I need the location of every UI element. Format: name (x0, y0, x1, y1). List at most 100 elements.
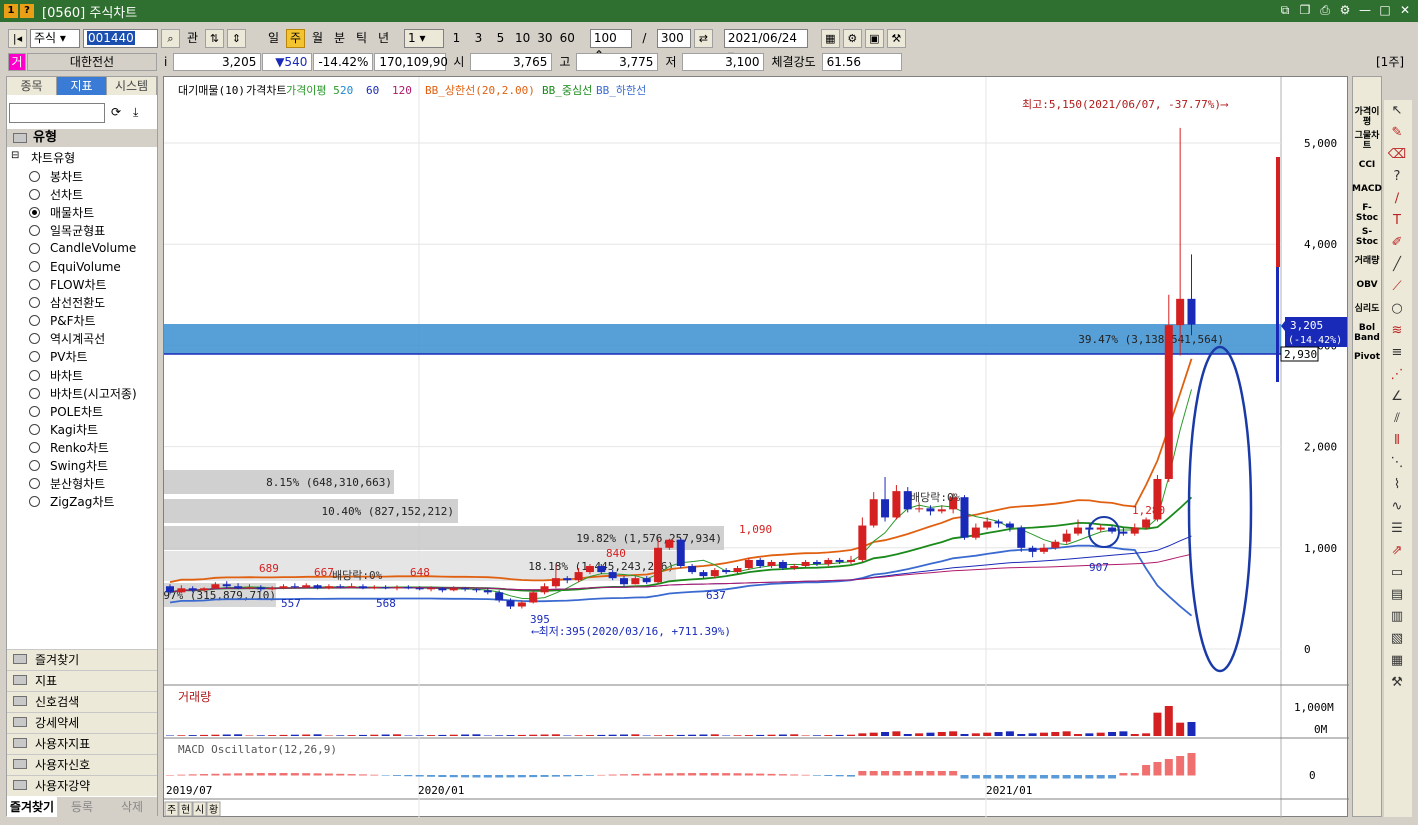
text-icon[interactable]: T (1384, 210, 1410, 232)
hline-icon[interactable]: ☰ (1384, 518, 1410, 540)
cycle-icon[interactable]: ⦀ (1384, 430, 1410, 452)
tools-icon[interactable]: ⚒ (886, 28, 906, 48)
settings-icon[interactable]: ⚙ (1338, 3, 1352, 17)
indicator-shortcut[interactable]: S-Stoc (1353, 225, 1381, 249)
chart-type-item[interactable]: 바차트(시고저종) (29, 384, 137, 402)
pen-icon[interactable]: ✎ (1384, 122, 1410, 144)
quick-30[interactable]: 30 (535, 29, 554, 48)
chart-type-item[interactable]: Kagi차트 (29, 420, 137, 438)
indicator-shortcut[interactable]: Bol Band (1353, 321, 1381, 345)
print-icon[interactable]: ⎙ (1318, 3, 1332, 17)
period-minute[interactable]: 분 (330, 29, 349, 48)
grid-icon[interactable]: ▦ (820, 28, 840, 48)
radio-icon[interactable] (29, 351, 40, 363)
date-input[interactable]: 2021/06/24 ▾ (723, 28, 808, 62)
quick-60[interactable]: 60 (558, 29, 577, 48)
close-icon[interactable]: ✕ (1398, 3, 1412, 17)
radio-icon[interactable] (29, 224, 40, 236)
help-icon[interactable]: ? (20, 4, 34, 18)
indicator-shortcut[interactable]: OBV (1353, 273, 1381, 297)
indicator-search-input[interactable] (9, 103, 105, 123)
chart-type-item[interactable]: P&F차트 (29, 312, 137, 330)
fibo-icon[interactable]: ≋ (1384, 320, 1410, 342)
period-week[interactable]: 주 (286, 28, 305, 48)
wave-icon[interactable]: ∿ (1384, 496, 1410, 518)
register-button[interactable]: 등록 (57, 797, 107, 817)
tab-system[interactable]: 시스템 (107, 77, 157, 95)
period-year[interactable]: 년 (374, 29, 393, 48)
indicator-shortcut[interactable]: 거래량 (1353, 249, 1381, 273)
favorites-button[interactable]: 즐겨찾기 (7, 797, 57, 817)
circle-icon[interactable]: ○ (1384, 298, 1410, 320)
radio-icon[interactable] (29, 279, 40, 291)
radio-icon[interactable] (29, 242, 40, 254)
period-day[interactable]: 일 (264, 29, 283, 48)
interval-select[interactable]: 1 ▾ (404, 28, 444, 48)
radio-icon[interactable] (29, 460, 40, 472)
auto-icon[interactable]: ⇗ (1384, 540, 1410, 562)
radio-icon[interactable] (29, 315, 40, 327)
radio-icon[interactable] (29, 333, 40, 345)
indicator-shortcut[interactable]: 그물차트 (1353, 129, 1381, 153)
gwan-button[interactable]: 관 (183, 29, 202, 48)
quick-1[interactable]: 1 (447, 29, 466, 48)
chart-type-item[interactable]: ZigZag차트 (29, 493, 137, 511)
doc-icon[interactable]: ▤ (1384, 584, 1410, 606)
quick-5[interactable]: 5 (491, 29, 510, 48)
table-icon[interactable]: ▦ (1384, 650, 1410, 672)
quick-3[interactable]: 3 (469, 29, 488, 48)
code-input[interactable]: 001440 ▾ (83, 28, 158, 48)
chart-type-item[interactable]: Renko차트 (29, 438, 137, 456)
radio-icon[interactable] (29, 441, 40, 453)
folder-item[interactable]: 사용자신호 (7, 754, 157, 775)
chart-area[interactable]: 39.47% (3,138,541,564) 19.82% (1,576,257,… (163, 76, 1349, 818)
chart-type-item[interactable]: 바차트 (29, 366, 137, 384)
sync-icon[interactable]: ⇅ (205, 28, 224, 48)
bar-chart-icon[interactable]: ▧ (1384, 628, 1410, 650)
radio-icon[interactable] (29, 496, 40, 508)
indicator-shortcut[interactable]: CCI (1353, 153, 1381, 177)
period-tick[interactable]: 틱 (352, 29, 371, 48)
wrench-icon[interactable]: ⚒ (1384, 672, 1410, 694)
parallel-icon[interactable]: ⫽ (1384, 408, 1410, 430)
radio-icon[interactable] (29, 405, 40, 417)
chart-type-item[interactable]: 봉차트 (29, 167, 137, 185)
chart-type-item[interactable]: POLE차트 (29, 402, 137, 420)
copy-window-icon[interactable]: ❐ (1298, 3, 1312, 17)
erase-icon[interactable]: ⌫ (1384, 144, 1410, 166)
chart-type-item[interactable]: 삼선전환도 (29, 294, 137, 312)
maximize-icon[interactable]: □ (1378, 3, 1392, 17)
chart-type-item[interactable]: 역시계곡선 (29, 330, 137, 348)
chart-type-item[interactable]: Swing차트 (29, 457, 137, 475)
question-icon[interactable]: ? (1384, 166, 1410, 188)
gear-icon[interactable]: ⚙ (842, 28, 862, 48)
radio-icon[interactable] (29, 297, 40, 309)
folder-item[interactable]: 신호검색 (7, 691, 157, 712)
trendline-icon[interactable]: ╱ (1384, 254, 1410, 276)
market-select[interactable]: 주식 ▾ (30, 28, 80, 48)
type-header[interactable]: 유형 (7, 129, 157, 147)
chart-type-item[interactable]: 매물차트 (29, 203, 137, 221)
download-icon[interactable]: ⤓ (133, 105, 138, 120)
refresh-icon[interactable]: ⟳ (111, 105, 121, 119)
delete-button[interactable]: 삭제 (107, 797, 157, 817)
folder-item[interactable]: 즐겨찾기 (7, 649, 157, 670)
count-input[interactable]: 100 ⇕ (589, 28, 632, 62)
folder-item[interactable]: 사용자지표 (7, 733, 157, 754)
indicator-shortcut[interactable]: F-Stoc (1353, 201, 1381, 225)
radio-icon[interactable] (29, 423, 40, 435)
indicator-shortcut[interactable]: 심리도 (1353, 297, 1381, 321)
chart-canvas[interactable]: 39.47% (3,138,541,564) 19.82% (1,576,257,… (164, 77, 1349, 818)
first-icon[interactable]: |◂ (8, 28, 27, 48)
chart-type-group[interactable]: ⊟ 차트유형 (11, 149, 75, 166)
radio-icon[interactable] (29, 188, 40, 200)
minimize-icon[interactable]: — (1358, 3, 1372, 17)
indicator-shortcut[interactable]: 가격이평 (1353, 105, 1381, 129)
expand-icon[interactable]: ⇄ (693, 28, 713, 48)
folder-item[interactable]: 강세약세 (7, 712, 157, 733)
chart-type-item[interactable]: EquiVolume (29, 257, 137, 275)
gann-icon[interactable]: ⋰ (1384, 364, 1410, 386)
chart-type-item[interactable]: CandleVolume (29, 239, 137, 257)
chart-type-item[interactable]: 선차트 (29, 185, 137, 203)
info-button[interactable]: i (158, 53, 174, 71)
